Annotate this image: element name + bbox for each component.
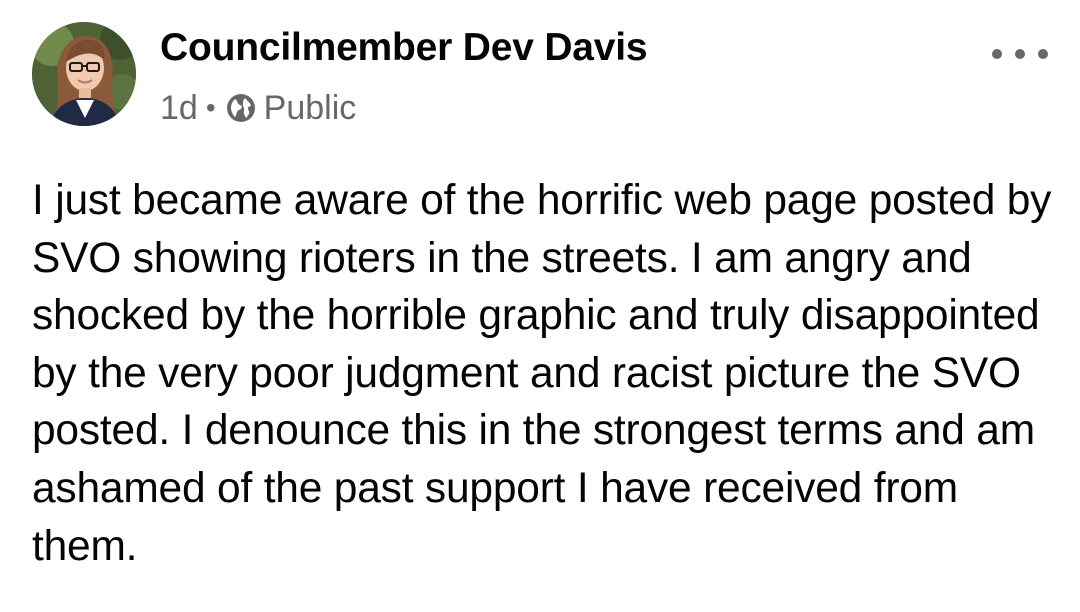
- post-timestamp[interactable]: 1d: [160, 89, 198, 128]
- author-name[interactable]: Councilmember Dev Davis: [160, 26, 648, 70]
- more-dot: [992, 49, 1002, 59]
- audience-label: Public: [263, 88, 357, 127]
- more-dot: [1015, 49, 1025, 59]
- avatar-image: [32, 22, 136, 126]
- globe-icon: [226, 94, 255, 122]
- post-meta: 1d • Public: [160, 88, 356, 128]
- post-text: I just became aware of the horrific web …: [32, 177, 1052, 570]
- more-options-icon[interactable]: [992, 36, 1048, 72]
- more-dot: [1038, 49, 1048, 59]
- post-header: Councilmember Dev Davis 1d • Public: [32, 22, 1048, 130]
- avatar[interactable]: [32, 22, 136, 126]
- meta-separator: •: [205, 92, 216, 123]
